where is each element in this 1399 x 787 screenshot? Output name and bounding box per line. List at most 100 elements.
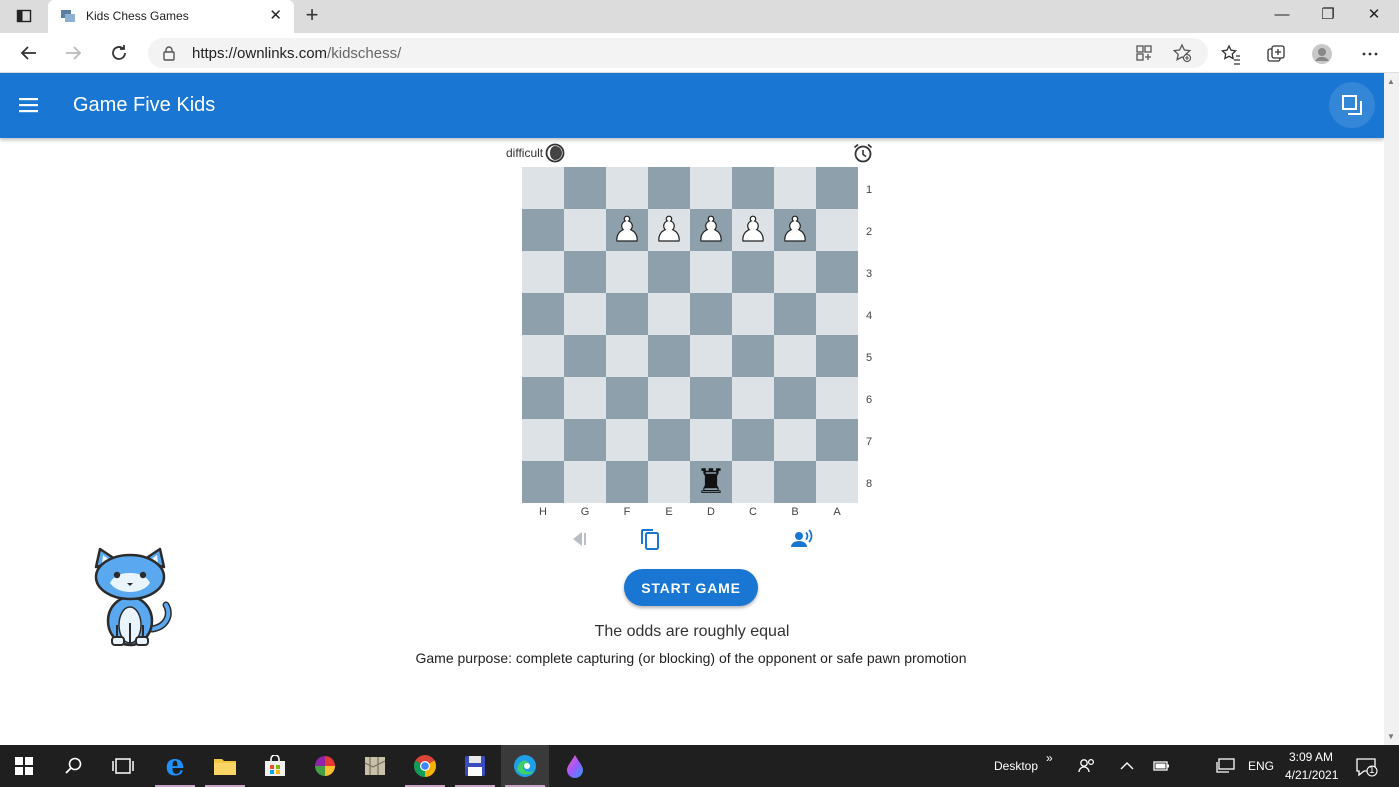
- close-window-button[interactable]: ✕: [1351, 4, 1397, 28]
- board-square[interactable]: [606, 377, 648, 419]
- voice-speak-icon[interactable]: [790, 527, 814, 551]
- input-language[interactable]: ENG: [1248, 759, 1274, 773]
- board-square[interactable]: ♜: [690, 461, 732, 503]
- taskbar-edge-legacy[interactable]: e: [151, 745, 199, 787]
- lock-icon[interactable]: [162, 45, 176, 61]
- white-pawn-icon[interactable]: ♟: [779, 209, 811, 251]
- board-square[interactable]: [522, 419, 564, 461]
- refresh-icon[interactable]: [106, 40, 132, 66]
- board-square[interactable]: [522, 377, 564, 419]
- board-square[interactable]: [564, 167, 606, 209]
- browser-tab[interactable]: Kids Chess Games ✕: [48, 0, 294, 33]
- board-square[interactable]: [732, 293, 774, 335]
- board-square[interactable]: [774, 335, 816, 377]
- board-square[interactable]: [816, 377, 858, 419]
- taskbar-edge[interactable]: [501, 745, 549, 787]
- board-square[interactable]: ♟: [606, 209, 648, 251]
- board-square[interactable]: [732, 419, 774, 461]
- board-square[interactable]: [816, 167, 858, 209]
- board-square[interactable]: ♟: [774, 209, 816, 251]
- board-square[interactable]: [774, 461, 816, 503]
- taskbar-file-explorer[interactable]: [201, 745, 249, 787]
- board-square[interactable]: [774, 251, 816, 293]
- board-square[interactable]: [648, 377, 690, 419]
- minimize-button[interactable]: —: [1259, 4, 1305, 28]
- board-square[interactable]: [648, 335, 690, 377]
- board-square[interactable]: [564, 209, 606, 251]
- hamburger-menu-icon[interactable]: [18, 95, 40, 115]
- difficulty-toggle[interactable]: difficult: [506, 143, 565, 163]
- chess-board[interactable]: ♟ ♟ ♟ ♟ ♟ ♜: [522, 167, 858, 503]
- taskbar-color-app[interactable]: [301, 745, 349, 787]
- board-square[interactable]: [564, 335, 606, 377]
- board-square[interactable]: [774, 293, 816, 335]
- board-square[interactable]: [690, 293, 732, 335]
- white-pawn-icon[interactable]: ♟: [737, 209, 769, 251]
- page-scrollbar[interactable]: ▲ ▼: [1384, 73, 1399, 745]
- fullscreen-button[interactable]: [1329, 82, 1375, 128]
- start-game-button[interactable]: START GAME: [624, 569, 758, 606]
- board-square[interactable]: [564, 293, 606, 335]
- board-square[interactable]: [774, 167, 816, 209]
- battery-icon[interactable]: [1152, 759, 1170, 773]
- board-square[interactable]: [648, 293, 690, 335]
- board-square[interactable]: [564, 377, 606, 419]
- board-square[interactable]: [648, 461, 690, 503]
- board-square[interactable]: [522, 167, 564, 209]
- taskbar-chrome[interactable]: [401, 745, 449, 787]
- board-square[interactable]: [690, 335, 732, 377]
- scroll-down-arrow-icon[interactable]: ▼: [1387, 732, 1395, 741]
- show-hidden-icons-chevron-icon[interactable]: [1120, 761, 1134, 771]
- taskbar-save-app[interactable]: [451, 745, 499, 787]
- board-square[interactable]: [522, 293, 564, 335]
- board-square[interactable]: [522, 461, 564, 503]
- clock-time[interactable]: 3:09 AM: [1289, 750, 1333, 764]
- add-favorite-icon[interactable]: [1172, 43, 1192, 63]
- board-square[interactable]: [690, 419, 732, 461]
- white-pawn-icon[interactable]: ♟: [611, 209, 643, 251]
- board-square[interactable]: [606, 251, 648, 293]
- board-square[interactable]: [816, 335, 858, 377]
- board-square[interactable]: [690, 251, 732, 293]
- board-square[interactable]: [564, 419, 606, 461]
- board-square[interactable]: [564, 251, 606, 293]
- board-square[interactable]: [606, 461, 648, 503]
- more-options-icon[interactable]: [1359, 43, 1381, 65]
- board-square[interactable]: [732, 167, 774, 209]
- clock-date[interactable]: 4/21/2021: [1285, 768, 1338, 782]
- board-square[interactable]: ♟: [648, 209, 690, 251]
- board-square[interactable]: ♟: [690, 209, 732, 251]
- board-square[interactable]: [774, 419, 816, 461]
- white-pawn-icon[interactable]: ♟: [653, 209, 685, 251]
- favorites-icon[interactable]: [1220, 43, 1242, 65]
- scroll-up-arrow-icon[interactable]: ▲: [1387, 77, 1395, 86]
- address-bar[interactable]: https://ownlinks.com/kidschess/: [148, 38, 1208, 68]
- taskbar-paint-app[interactable]: [551, 745, 599, 787]
- url-text[interactable]: https://ownlinks.com/kidschess/: [192, 45, 401, 62]
- board-square[interactable]: ♟: [732, 209, 774, 251]
- board-square[interactable]: [732, 461, 774, 503]
- app-available-icon[interactable]: [1134, 43, 1154, 63]
- board-square[interactable]: [564, 461, 606, 503]
- network-icon[interactable]: [1216, 758, 1236, 774]
- collections-icon[interactable]: [1265, 43, 1287, 65]
- board-square[interactable]: [816, 251, 858, 293]
- board-square[interactable]: [690, 377, 732, 419]
- undo-move-icon[interactable]: [568, 527, 592, 551]
- people-icon[interactable]: [1078, 757, 1096, 775]
- board-square[interactable]: [690, 167, 732, 209]
- desktop-toolbar-label[interactable]: Desktop: [994, 759, 1038, 773]
- board-square[interactable]: [522, 335, 564, 377]
- board-square[interactable]: [732, 251, 774, 293]
- board-square[interactable]: [522, 209, 564, 251]
- copy-position-icon[interactable]: [638, 527, 662, 551]
- board-square[interactable]: [606, 167, 648, 209]
- board-square[interactable]: [774, 377, 816, 419]
- alarm-clock-icon[interactable]: [852, 142, 874, 164]
- board-square[interactable]: [732, 377, 774, 419]
- white-pawn-icon[interactable]: ♟: [695, 209, 727, 251]
- new-tab-button[interactable]: +: [300, 4, 324, 28]
- back-arrow-icon[interactable]: [16, 40, 42, 66]
- board-square[interactable]: [522, 251, 564, 293]
- board-square[interactable]: [648, 251, 690, 293]
